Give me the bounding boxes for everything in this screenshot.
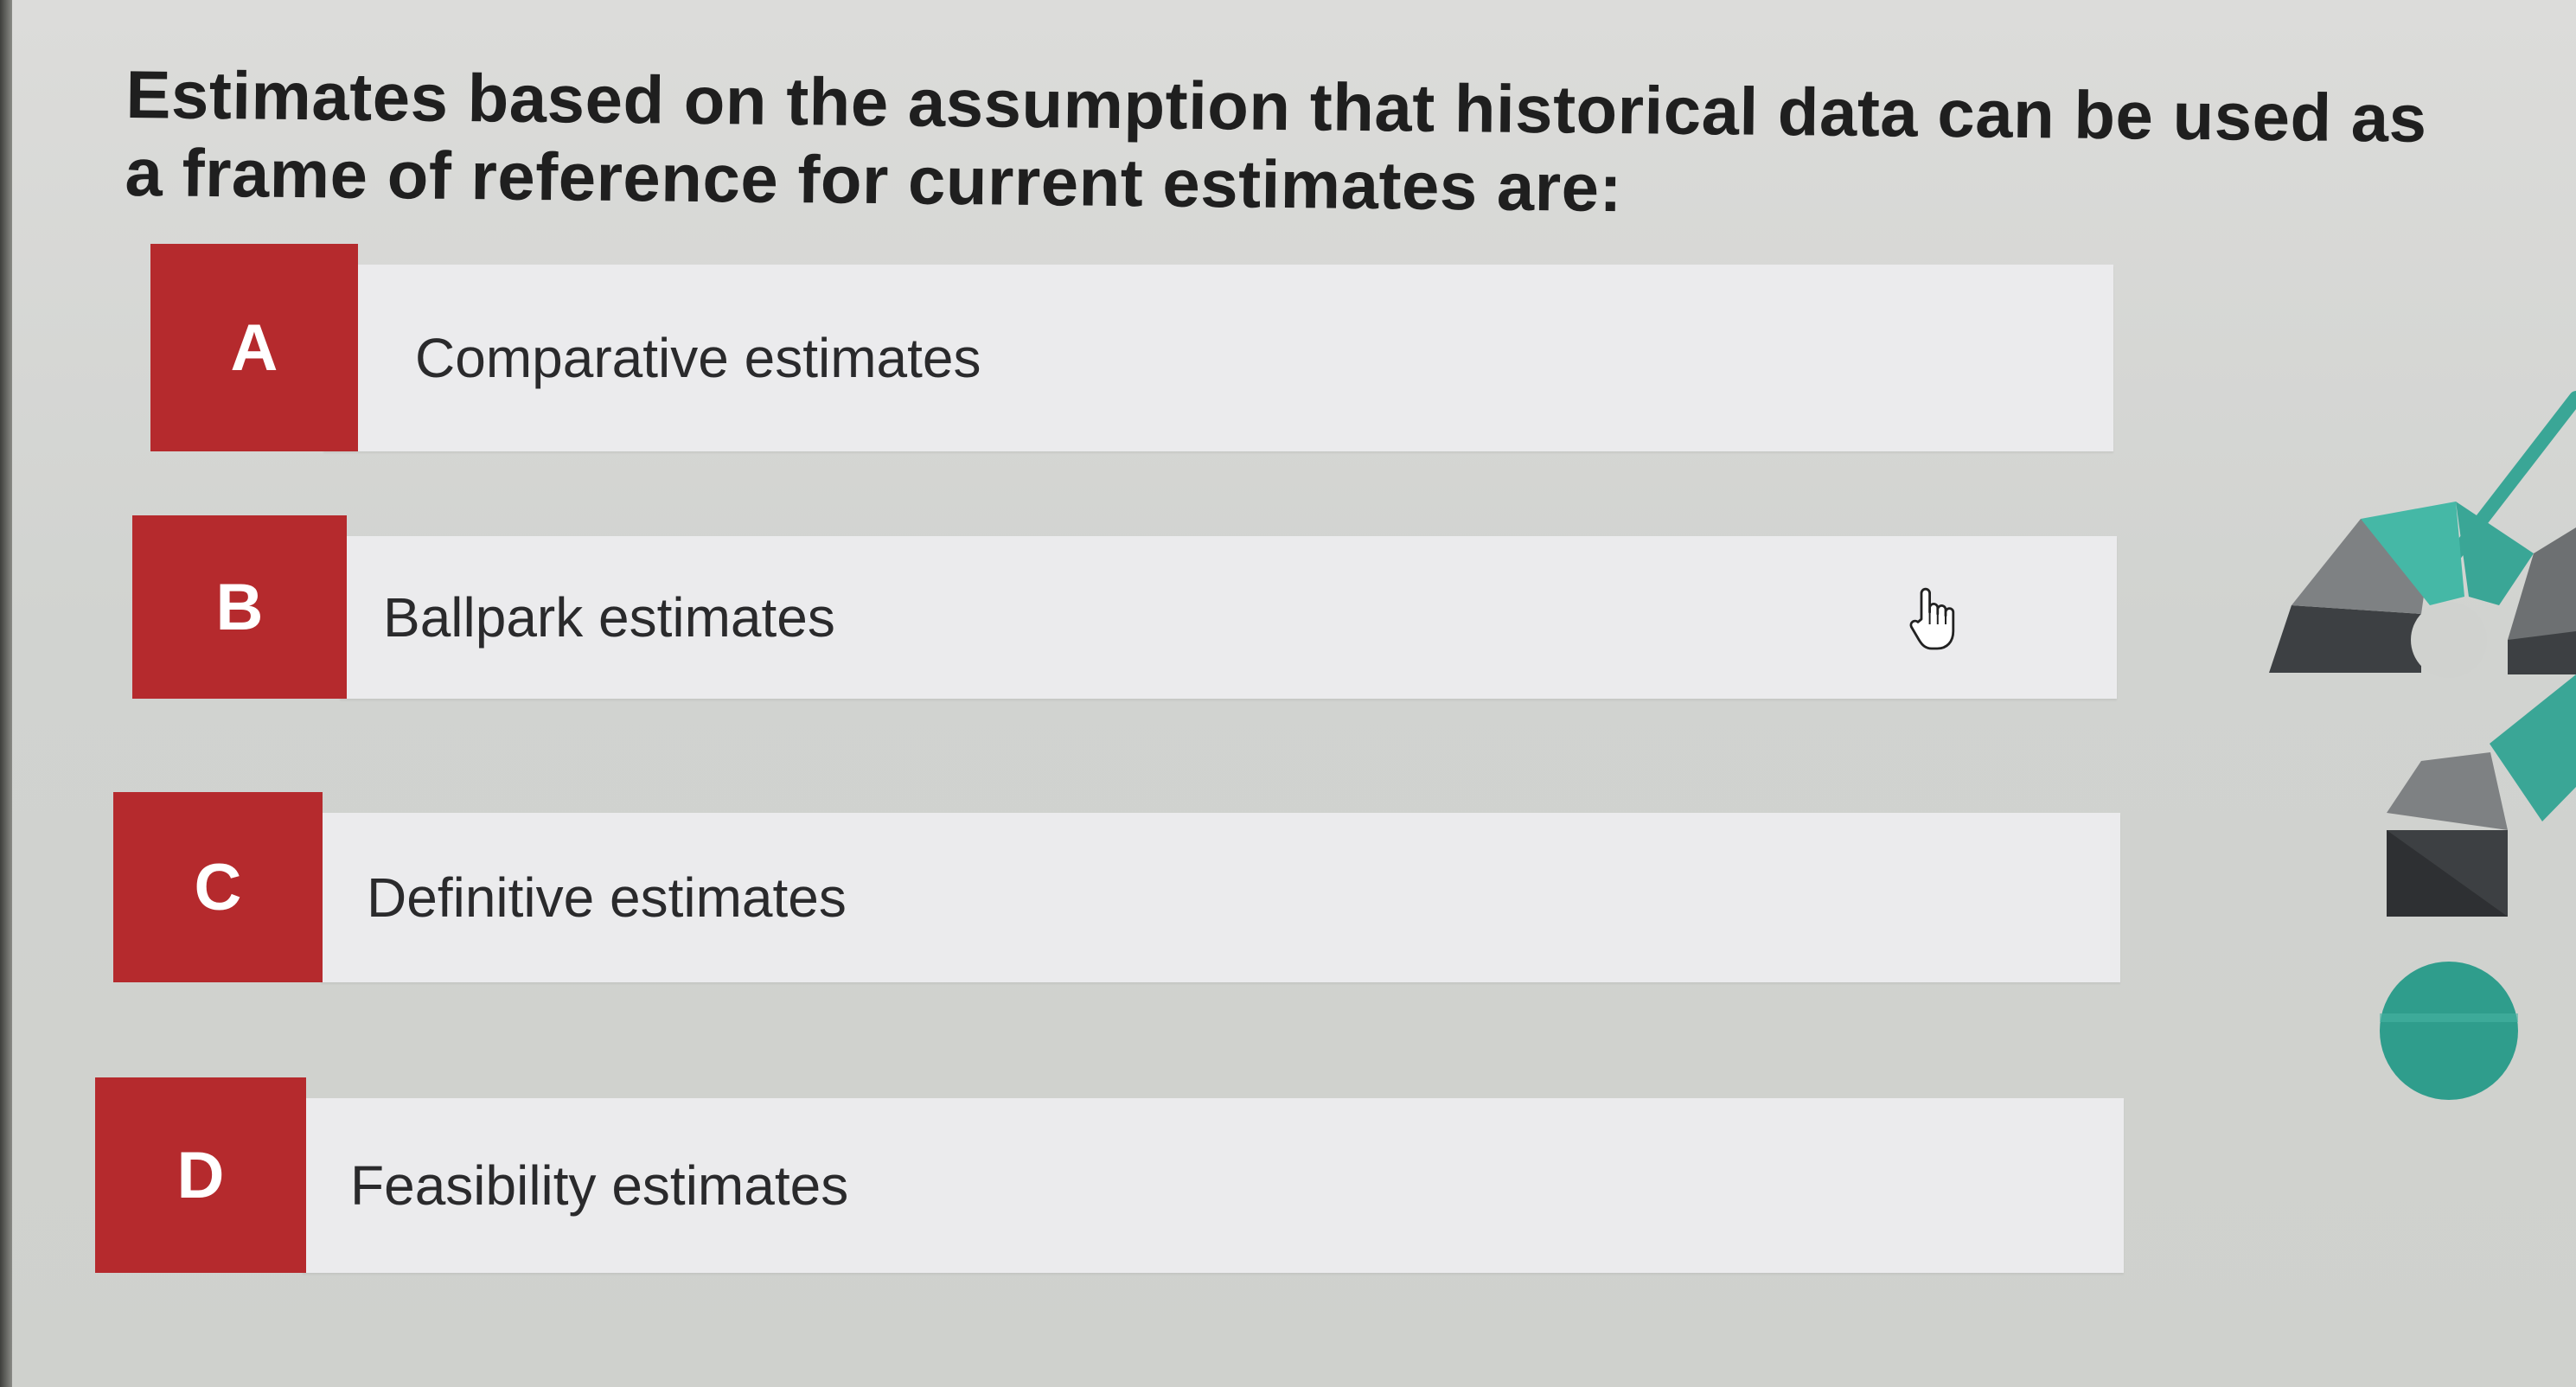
option-b[interactable]: B Ballpark estimates — [132, 515, 2117, 699]
option-a-letter[interactable]: A — [150, 244, 358, 451]
option-b-label[interactable]: Ballpark estimates — [383, 585, 835, 649]
option-d-label[interactable]: Feasibility estimates — [350, 1154, 848, 1218]
hand-pointer-icon — [1909, 587, 1955, 650]
option-c[interactable]: C Definitive estimates — [113, 792, 2120, 982]
screen-bezel-edge — [0, 0, 12, 1387]
option-d-letter[interactable]: D — [95, 1077, 306, 1273]
option-c-label[interactable]: Definitive estimates — [367, 866, 847, 930]
question-mark-graphic-icon — [2269, 391, 2576, 1100]
option-b-letter[interactable]: B — [132, 515, 347, 699]
quiz-screen: Estimates based on the assumption that h… — [0, 0, 2576, 1387]
option-a-label[interactable]: Comparative estimates — [415, 326, 981, 390]
option-a[interactable]: A Comparative estimates — [150, 244, 2113, 451]
question-text: Estimates based on the assumption that h… — [125, 55, 2428, 227]
option-c-letter[interactable]: C — [113, 792, 323, 982]
option-d[interactable]: D Feasibility estimates — [95, 1077, 2124, 1273]
